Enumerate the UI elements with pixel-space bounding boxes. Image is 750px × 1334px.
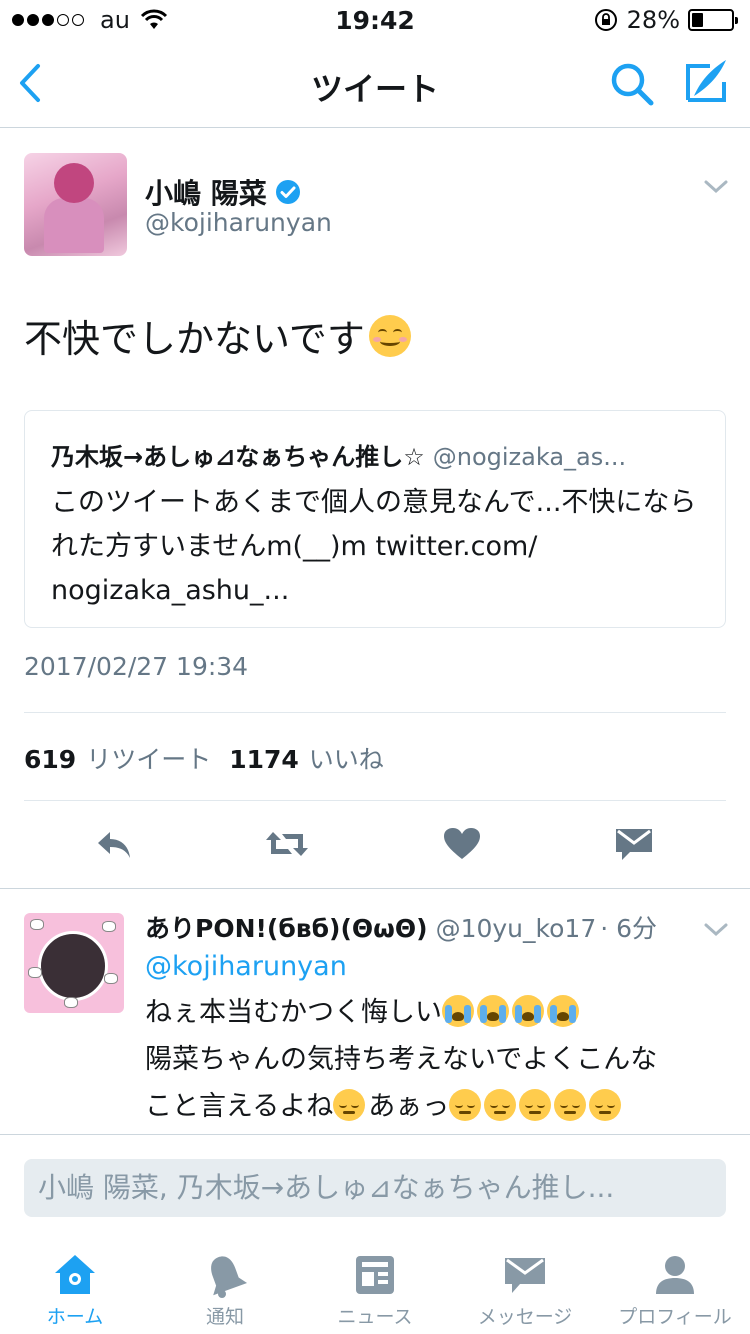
chevron-down-icon[interactable] xyxy=(703,178,729,196)
crying-face-icon xyxy=(512,995,544,1027)
quote-header: 乃木坂→あしゅ⊿なぁちゃん推し☆ @nogizaka_as... xyxy=(51,437,701,472)
reply-line-1: ねぇ本当むかつく悔しい xyxy=(145,997,442,1028)
tab-profile[interactable]: プロフィール xyxy=(600,1234,750,1334)
retweet-label[interactable]: リツイート xyxy=(86,740,211,776)
tweet-stats: 619 リツイート 1174 いいね xyxy=(24,740,402,776)
pensive-face-icon xyxy=(519,1089,552,1121)
pensive-face-icon xyxy=(333,1089,366,1121)
tab-news[interactable]: ニュース xyxy=(300,1234,450,1334)
pensive-face-icon xyxy=(449,1089,482,1121)
tab-notifications[interactable]: 通知 xyxy=(150,1234,300,1334)
avatar[interactable] xyxy=(24,153,127,256)
reply-text: ねぇ本当むかつく悔しい 陽菜ちゃんの気持ち考えないでよくこんな こと言えるよね あ… xyxy=(145,989,735,1130)
nav-bar: ツイート xyxy=(0,40,750,128)
tab-messages[interactable]: メッセージ xyxy=(450,1234,600,1334)
reply-header: ありPON!(бвб)(ΘωΘ) @10yu_ko17 · 6分 xyxy=(145,909,657,945)
author-name[interactable]: 小嶋 陽菜 xyxy=(145,172,267,212)
avatar[interactable] xyxy=(24,913,124,1013)
heart-icon[interactable] xyxy=(442,826,482,862)
reply-input[interactable]: 小嶋 陽菜, 乃木坂→あしゅ⊿なぁちゃん推し... xyxy=(24,1159,726,1217)
battery-percent: 28% xyxy=(626,6,680,34)
news-icon xyxy=(356,1256,394,1294)
crying-face-icon xyxy=(547,995,579,1027)
reply-line-3b: あぁっ xyxy=(368,1091,450,1122)
retweet-icon[interactable] xyxy=(264,826,310,862)
reply-line-3: こと言えるよね xyxy=(145,1091,334,1122)
direct-message-icon[interactable] xyxy=(614,826,654,862)
compose-icon[interactable] xyxy=(680,56,730,106)
divider xyxy=(24,712,726,713)
reply-author-name[interactable]: ありPON!(бвб)(ΘωΘ) xyxy=(145,909,428,945)
reply-icon[interactable] xyxy=(94,826,134,862)
tweet-text: 不快でしかないです xyxy=(24,308,411,363)
chevron-down-icon[interactable] xyxy=(703,921,729,939)
battery-icon xyxy=(688,9,738,31)
reply-time: · 6分 xyxy=(600,914,658,943)
home-icon xyxy=(55,1255,95,1294)
pensive-face-icon xyxy=(589,1089,622,1121)
pensive-face-icon xyxy=(554,1089,587,1121)
status-bar: au 19:42 28% xyxy=(0,0,750,40)
author-name-row: 小嶋 陽菜 xyxy=(145,172,301,212)
quote-author-name: 乃木坂→あしゅ⊿なぁちゃん推し☆ xyxy=(51,443,425,471)
like-label[interactable]: いいね xyxy=(309,740,384,776)
crying-face-icon xyxy=(442,995,474,1027)
envelope-icon xyxy=(505,1258,545,1293)
bell-icon xyxy=(211,1256,248,1298)
reply-author-handle[interactable]: @10yu_ko17 xyxy=(436,914,597,943)
rotation-lock-icon xyxy=(594,9,617,31)
crying-face-icon xyxy=(477,995,509,1027)
tweet-timestamp: 2017/02/27 19:34 xyxy=(24,652,249,681)
tab-home-label: ホーム xyxy=(46,1306,104,1328)
smiling-face-icon xyxy=(368,314,411,357)
pensive-face-icon xyxy=(484,1089,517,1121)
reply-tweet[interactable]: ありPON!(бвб)(ΘωΘ) @10yu_ko17 · 6分 @kojiha… xyxy=(0,888,750,1134)
reply-compose-bar: 小嶋 陽菜, 乃木坂→あしゅ⊿なぁちゃん推し... xyxy=(0,1134,750,1234)
quote-author-handle: @nogizaka_as... xyxy=(432,443,627,471)
status-right: 28% xyxy=(593,6,738,34)
tab-notifications-label: 通知 xyxy=(205,1306,244,1328)
tweet-text-content: 不快でしかないです xyxy=(24,317,365,361)
reply-line-2: 陽菜ちゃんの気持ち考えないでよくこんな xyxy=(145,1044,658,1075)
tab-news-label: ニュース xyxy=(337,1306,413,1328)
tab-messages-label: メッセージ xyxy=(477,1306,573,1328)
quote-text: このツイートあくまで個人の意見なんで...不快になられた方すいませんm(__)m… xyxy=(51,487,697,606)
tab-profile-label: プロフィール xyxy=(618,1306,732,1328)
verified-badge-icon xyxy=(275,180,300,204)
tweet-actions xyxy=(0,800,750,888)
tab-bar: ホーム 通知 ニュース メッセージ プロフィール xyxy=(0,1234,750,1334)
retweet-count[interactable]: 619 xyxy=(24,745,76,774)
like-count[interactable]: 1174 xyxy=(229,745,299,774)
search-icon[interactable] xyxy=(608,60,656,108)
author-handle[interactable]: @kojiharunyan xyxy=(145,208,332,237)
quoted-tweet[interactable]: 乃木坂→あしゅ⊿なぁちゃん推し☆ @nogizaka_as... このツイートあく… xyxy=(24,410,726,628)
tab-home[interactable]: ホーム xyxy=(0,1234,150,1334)
reply-mention-link[interactable]: @kojiharunyan xyxy=(145,951,347,982)
person-icon xyxy=(656,1256,694,1294)
